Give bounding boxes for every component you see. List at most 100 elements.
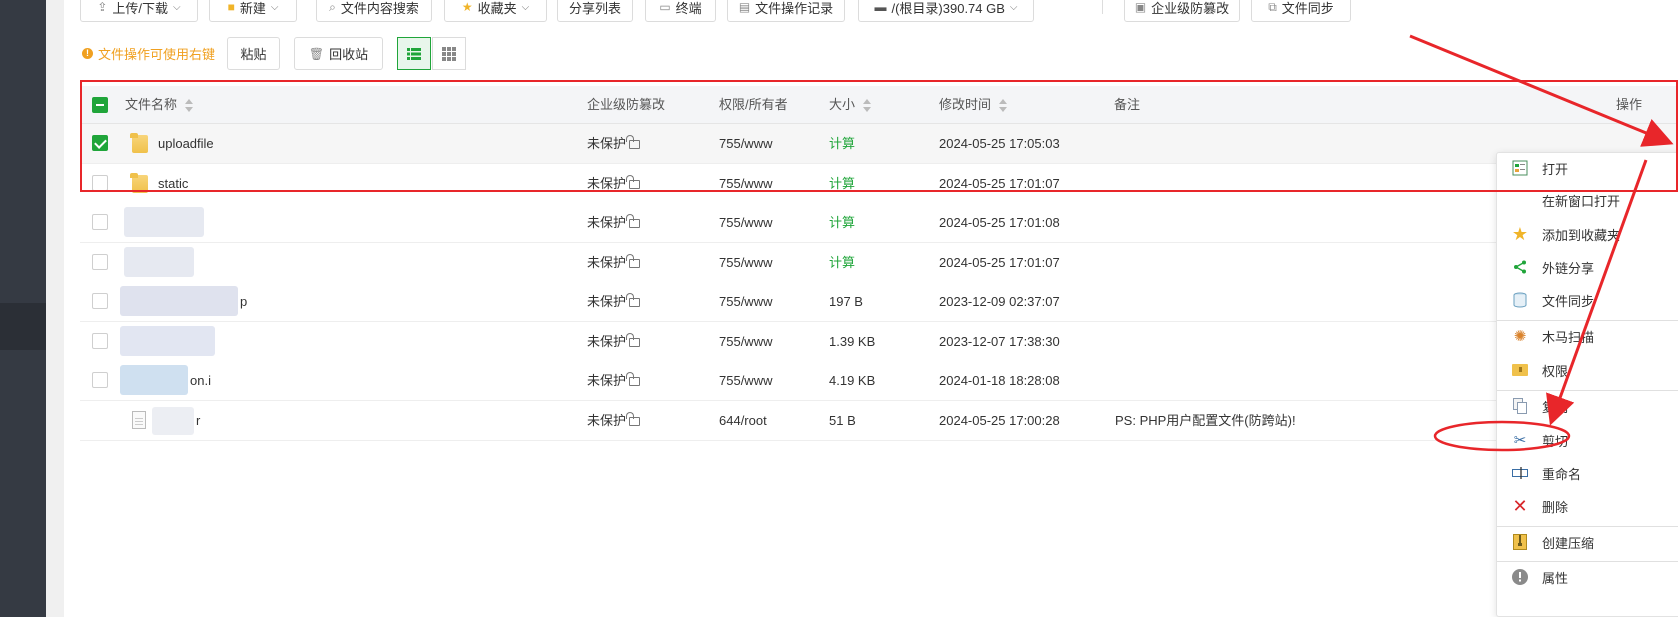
menu-item-delete[interactable]: ✕ 删除 [1497, 491, 1678, 521]
tamper-status[interactable]: 未保护 [587, 401, 641, 440]
sort-icon[interactable] [863, 98, 872, 113]
menu-item-compress[interactable]: 创建压缩 [1497, 527, 1678, 557]
menu-item-add-favorite[interactable]: ★ 添加到收藏夹 [1497, 219, 1678, 249]
menu-label: 文件同步 [1542, 293, 1595, 309]
sync-icon: ⧉ [1268, 0, 1277, 14]
tamper-status[interactable]: 未保护 [587, 282, 641, 321]
menu-item-copy[interactable]: 复制 [1497, 391, 1678, 421]
header-size[interactable]: 大小 [829, 86, 872, 123]
info-icon: ! [82, 48, 93, 59]
size-calc-link[interactable]: 计算 [829, 164, 855, 203]
permission[interactable]: 755/www [719, 322, 772, 361]
sort-icon[interactable] [999, 98, 1008, 113]
sort-icon[interactable] [185, 98, 194, 113]
unlock-icon [626, 175, 641, 189]
menu-item-file-sync[interactable]: 文件同步 [1497, 285, 1678, 315]
header-ops-label: 操作 [1616, 97, 1643, 112]
redacted-name [120, 326, 215, 356]
list-view-button[interactable] [397, 37, 431, 70]
menu-label: 删除 [1542, 499, 1569, 515]
unlock-icon [626, 412, 641, 426]
table-row[interactable]: r 未保护 644/root 51 B 2024-05-25 17:00:28 … [80, 401, 1678, 441]
favorites-button[interactable]: ★ 收藏夹 ⌵ [444, 0, 547, 22]
size-calc-link[interactable]: 计算 [829, 203, 855, 242]
permission[interactable]: 755/www [719, 124, 772, 163]
tamper-status[interactable]: 未保护 [587, 243, 641, 282]
tamper-status[interactable]: 未保护 [587, 164, 641, 203]
row-checkbox[interactable] [92, 254, 108, 270]
size-calc-link[interactable]: 计算 [829, 124, 855, 163]
table-row[interactable]: uploadfile 未保护 755/www 计算 2024-05-25 17:… [80, 124, 1678, 164]
terminal-button[interactable]: ▭ 终端 [645, 0, 716, 22]
size-calc-link[interactable]: 计算 [829, 243, 855, 282]
tamper-status[interactable]: 未保护 [587, 361, 641, 400]
row-checkbox[interactable] [92, 175, 108, 191]
unlock-icon [626, 293, 641, 307]
file-name[interactable]: p [240, 282, 247, 321]
menu-item-permission[interactable]: 权限 [1497, 355, 1678, 385]
permission[interactable]: 755/www [719, 243, 772, 282]
terminal-icon: ▭ [659, 0, 671, 14]
tamper-status-text: 未保护 [587, 136, 627, 151]
search-content-button[interactable]: ⌕ 文件内容搜索 [316, 0, 432, 22]
permission[interactable]: 755/www [719, 203, 772, 242]
header-name[interactable]: 文件名称 [125, 86, 194, 123]
paste-button[interactable]: 粘贴 [227, 37, 280, 70]
tamper-status[interactable]: 未保护 [587, 322, 641, 361]
file-name[interactable]: static [158, 164, 188, 203]
row-checkbox[interactable] [92, 372, 108, 388]
file-note[interactable]: PS: PHP用户配置文件(防跨站)! [1115, 401, 1296, 440]
file-sync-button[interactable]: ⧉ 文件同步 [1251, 0, 1351, 22]
table-row[interactable]: p 未保护 755/www 197 B 2023-12-09 02:37:07 [80, 282, 1678, 322]
tamper-status-text: 未保护 [587, 294, 627, 309]
recycle-bin-button[interactable]: 🗑 回收站 [294, 37, 383, 70]
row-checkbox[interactable] [92, 293, 108, 309]
disk-selector[interactable]: ▬ /(根目录)390.74 GB ⌵ [858, 0, 1034, 22]
menu-item-rename[interactable]: 重命名 [1497, 458, 1678, 488]
table-row[interactable]: 未保护 755/www 计算 2024-05-25 17:01:07 [80, 243, 1678, 283]
new-button[interactable]: ■ 新建 ⌵ [209, 0, 297, 22]
select-all-checkbox[interactable] [92, 97, 108, 113]
tamper-status[interactable]: 未保护 [587, 124, 641, 163]
row-checkbox[interactable] [92, 333, 108, 349]
file-name[interactable]: r [196, 401, 200, 440]
share-list-button[interactable]: 分享列表 [557, 0, 633, 22]
menu-label: 外链分享 [1542, 260, 1595, 276]
permission[interactable]: 755/www [719, 282, 772, 321]
folder-icon [130, 173, 148, 193]
row-checkbox[interactable] [92, 135, 108, 151]
upload-download-button[interactable]: ⇪ 上传/下载 ⌵ [80, 0, 198, 22]
permission[interactable]: 755/www [719, 361, 772, 400]
file-name[interactable]: uploadfile [158, 124, 214, 163]
menu-item-open-new-window[interactable]: 在新窗口打开 [1497, 185, 1678, 215]
toolbar-divider [1102, 0, 1103, 14]
chevron-down-icon: ⌵ [173, 1, 181, 13]
file-name[interactable]: on.i [190, 361, 211, 400]
permission[interactable]: 644/root [719, 401, 767, 440]
grid-view-button[interactable] [432, 37, 466, 70]
permission[interactable]: 755/www [719, 164, 772, 203]
tamper-status[interactable]: 未保护 [587, 203, 641, 242]
tamper-proof-button[interactable]: ▣ 企业级防篡改 [1124, 0, 1240, 22]
menu-item-open[interactable]: 打开 [1497, 153, 1678, 183]
menu-item-cut[interactable]: ✂ 剪切 [1497, 425, 1678, 455]
table-row[interactable]: on.i 未保护 755/www 4.19 KB 2024-01-18 18:2… [80, 361, 1678, 401]
header-mtime[interactable]: 修改时间 [939, 86, 1008, 123]
operation-log-button[interactable]: ▤ 文件操作记录 [727, 0, 845, 22]
sidebar-active-item[interactable] [0, 303, 46, 350]
terminal-label: 终端 [675, 0, 702, 16]
redacted-name [152, 407, 194, 435]
menu-item-trojan-scan[interactable]: ✺ 木马扫描 [1497, 321, 1678, 351]
permission-icon [1511, 361, 1529, 379]
table-row[interactable]: 未保护 755/www 计算 2024-05-25 17:01:08 [80, 203, 1678, 243]
header-tamper-label: 企业级防篡改 [587, 97, 666, 112]
menu-item-share[interactable]: 外链分享 [1497, 252, 1678, 282]
copy-icon [1511, 397, 1529, 415]
menu-item-properties[interactable]: 属性 [1497, 562, 1678, 592]
row-checkbox[interactable] [92, 214, 108, 230]
redacted-name [124, 207, 204, 237]
search-icon: ⌕ [329, 0, 336, 14]
table-row[interactable]: 未保护 755/www 1.39 KB 2023-12-07 17:38:30 [80, 322, 1678, 362]
table-row[interactable]: static 未保护 755/www 计算 2024-05-25 17:01:0… [80, 164, 1678, 204]
recycle-bin-label: 回收站 [329, 47, 369, 62]
